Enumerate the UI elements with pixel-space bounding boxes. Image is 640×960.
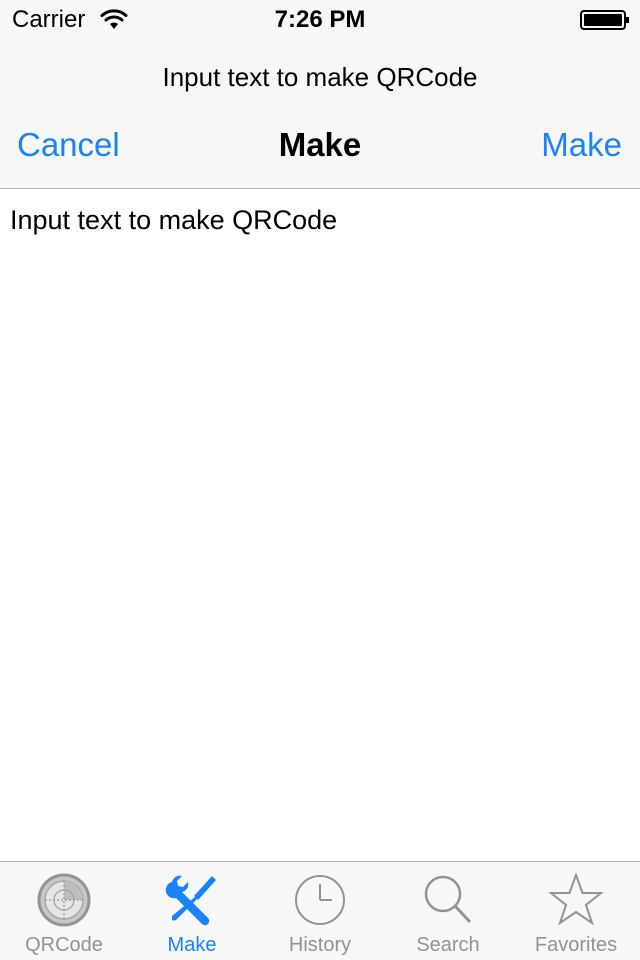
tab-label: Favorites [534,934,618,956]
text-editor-container [0,189,640,861]
screen: Carrier 7:26 PM Input text to make QRCod… [0,0,640,960]
battery-icon [580,10,629,30]
magnifier-icon [424,875,472,924]
tab-favorites[interactable]: Favorites [512,862,640,960]
qrcode-text-input[interactable] [0,189,640,861]
tab-label: QRCode [25,934,103,956]
cancel-button[interactable]: Cancel [17,126,120,164]
status-time: 7:26 PM [274,6,366,33]
status-bar: Carrier 7:26 PM [0,0,640,40]
make-button[interactable]: Make [541,126,622,164]
clock-icon [295,875,345,925]
navigation-bar: Input text to make QRCode Cancel Make Ma… [0,40,640,189]
tab-label: Make [167,934,217,956]
tab-make[interactable]: Make [128,862,256,960]
tab-label: Search [416,934,480,956]
star-icon [548,872,604,926]
tools-icon [165,875,216,926]
radar-icon [37,873,91,927]
tab-bar: QRCode Make History Search Favorites [0,861,640,960]
tab-qrcode[interactable]: QRCode [0,862,128,960]
tab-history[interactable]: History [256,862,384,960]
nav-prompt: Input text to make QRCode [162,62,478,92]
tab-label: History [288,934,352,956]
tab-search[interactable]: Search [384,862,512,960]
